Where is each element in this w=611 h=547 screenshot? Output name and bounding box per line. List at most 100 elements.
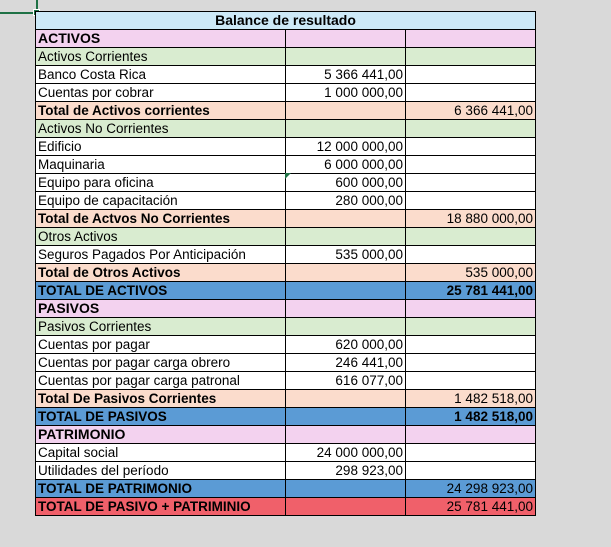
detail-value-cell[interactable] — [285, 281, 406, 300]
total-value-cell[interactable]: 25 781 441,00 — [405, 497, 536, 516]
total-value-cell[interactable] — [405, 65, 536, 84]
total-value-cell[interactable]: 1 482 518,00 — [405, 407, 536, 426]
table-row: Pasivos Corrientes — [35, 317, 536, 336]
total-value-cell[interactable] — [405, 317, 536, 336]
row-label-cell[interactable]: Equipo de capacitación — [35, 191, 286, 210]
row-label-cell[interactable]: Total De Pasivos Corrientes — [35, 389, 286, 408]
detail-value-cell[interactable] — [285, 209, 406, 228]
detail-value-cell[interactable]: 620 000,00 — [285, 335, 406, 354]
detail-value-cell[interactable] — [285, 227, 406, 246]
title-row: Balance de resultado — [35, 11, 536, 30]
row-label-cell[interactable]: TOTAL DE PASIVO + PATRIMINIO — [35, 497, 286, 516]
total-value-cell[interactable] — [405, 425, 536, 444]
detail-value-cell[interactable] — [285, 407, 406, 426]
detail-value-cell[interactable] — [285, 119, 406, 138]
table-row: TOTAL DE ACTIVOS 25 781 441,00 — [35, 281, 536, 300]
row-label-cell[interactable]: Total de Otros Activos — [35, 263, 286, 282]
row-label-cell[interactable]: Capital social — [35, 443, 286, 462]
total-value-cell[interactable] — [405, 461, 536, 480]
total-value-cell[interactable] — [405, 191, 536, 210]
detail-value-cell[interactable]: 24 000 000,00 — [285, 443, 406, 462]
total-value-cell[interactable] — [405, 137, 536, 156]
detail-value-cell[interactable]: 5 366 441,00 — [285, 65, 406, 84]
detail-value-cell[interactable]: 280 000,00 — [285, 191, 406, 210]
detail-value-cell[interactable]: 298 923,00 — [285, 461, 406, 480]
table-row: Total De Pasivos Corrientes 1 482 518,00 — [35, 389, 536, 408]
total-value-cell[interactable]: 535 000,00 — [405, 263, 536, 282]
row-label-cell[interactable]: TOTAL DE PASIVOS — [35, 407, 286, 426]
detail-value-cell[interactable] — [285, 389, 406, 408]
table-row: Activos No Corrientes — [35, 119, 536, 138]
detail-value-cell[interactable] — [285, 317, 406, 336]
row-label-cell[interactable]: Cuentas por cobrar — [35, 83, 286, 102]
detail-value-cell[interactable]: 616 077,00 — [285, 371, 406, 390]
total-value-cell[interactable] — [405, 371, 536, 390]
row-label-cell[interactable]: Cuentas por pagar — [35, 335, 286, 354]
row-label-cell[interactable]: PATRIMONIO — [35, 425, 286, 444]
table-row: Banco Costa Rica 5 366 441,00 — [35, 65, 536, 84]
table-row: Cuentas por pagar 620 000,00 — [35, 335, 536, 354]
detail-value-cell[interactable] — [285, 263, 406, 282]
total-value-cell[interactable] — [405, 155, 536, 174]
total-value-cell[interactable] — [405, 245, 536, 264]
table-row: Maquinaria 6 000 000,00 — [35, 155, 536, 174]
row-label-cell[interactable]: Edificio — [35, 137, 286, 156]
table-row: Total de Actvos No Corrientes 18 880 000,… — [35, 209, 536, 228]
detail-value-cell[interactable]: 12 000 000,00 — [285, 137, 406, 156]
total-value-cell[interactable]: 1 482 518,00 — [405, 389, 536, 408]
total-value-cell[interactable] — [405, 173, 536, 192]
total-value-cell[interactable] — [405, 443, 536, 462]
total-value-cell[interactable] — [405, 299, 536, 318]
row-label-cell[interactable]: Activos Corrientes — [35, 47, 286, 66]
detail-value-cell[interactable] — [285, 425, 406, 444]
row-label-cell[interactable]: Pasivos Corrientes — [35, 317, 286, 336]
detail-value-cell[interactable]: 535 000,00 — [285, 245, 406, 264]
table-row: Seguros Pagados Por Anticipación 535 000,… — [35, 245, 536, 264]
detail-value-cell[interactable] — [285, 101, 406, 120]
total-value-cell[interactable] — [405, 119, 536, 138]
row-label-cell[interactable]: TOTAL DE ACTIVOS — [35, 281, 286, 300]
sheet-title[interactable]: Balance de resultado — [35, 11, 536, 30]
table-row: Cuentas por pagar carga patronal 616 077,… — [35, 371, 536, 390]
detail-value-cell[interactable] — [285, 29, 406, 48]
total-value-cell[interactable] — [405, 83, 536, 102]
table-row: ACTIVOS — [35, 29, 536, 48]
total-value-cell[interactable]: 18 880 000,00 — [405, 209, 536, 228]
table-row: Utilidades del período 298 923,00 — [35, 461, 536, 480]
detail-value-cell[interactable] — [285, 497, 406, 516]
row-label-cell[interactable]: Banco Costa Rica — [35, 65, 286, 84]
row-label-cell[interactable]: Seguros Pagados Por Anticipación — [35, 245, 286, 264]
detail-value-cell[interactable]: 246 441,00 — [285, 353, 406, 372]
row-label-cell[interactable]: Cuentas por pagar carga patronal — [35, 371, 286, 390]
detail-value-cell[interactable]: 6 000 000,00 — [285, 155, 406, 174]
total-value-cell[interactable] — [405, 353, 536, 372]
total-value-cell[interactable] — [405, 29, 536, 48]
row-label-cell[interactable]: Cuentas por pagar carga obrero — [35, 353, 286, 372]
total-value-cell[interactable]: 6 366 441,00 — [405, 101, 536, 120]
row-label-cell[interactable]: Otros Activos — [35, 227, 286, 246]
total-value-cell[interactable]: 24 298 923,00 — [405, 479, 536, 498]
detail-value-cell[interactable] — [285, 47, 406, 66]
table-row: TOTAL DE PASIVO + PATRIMINIO 25 781 441,0… — [35, 497, 536, 516]
table-row: PATRIMONIO — [35, 425, 536, 444]
row-label-cell[interactable]: PASIVOS — [35, 299, 286, 318]
detail-value-cell[interactable] — [285, 479, 406, 498]
total-value-cell[interactable] — [405, 47, 536, 66]
detail-value-cell[interactable]: 600 000,00 — [285, 173, 406, 192]
row-label-cell[interactable]: Total de Activos corrientes — [35, 101, 286, 120]
row-label-cell[interactable]: Maquinaria — [35, 155, 286, 174]
row-label-cell[interactable]: Utilidades del período — [35, 461, 286, 480]
total-value-cell[interactable] — [405, 227, 536, 246]
row-label-cell[interactable]: ACTIVOS — [35, 29, 286, 48]
total-value-cell[interactable]: 25 781 441,00 — [405, 281, 536, 300]
row-label-cell[interactable]: Equipo para oficina — [35, 173, 286, 192]
row-label-cell[interactable]: Activos No Corrientes — [35, 119, 286, 138]
row-label-cell[interactable]: Total de Actvos No Corrientes — [35, 209, 286, 228]
comment-indicator-icon[interactable] — [285, 173, 291, 179]
row-label-cell[interactable]: TOTAL DE PATRIMONIO — [35, 479, 286, 498]
table-row: Cuentas por pagar carga obrero 246 441,00 — [35, 353, 536, 372]
total-value-cell[interactable] — [405, 335, 536, 354]
detail-value-cell[interactable] — [285, 299, 406, 318]
detail-value-cell[interactable]: 1 000 000,00 — [285, 83, 406, 102]
balance-sheet-table: Balance de resultado ACTIVOS Activos Corr… — [35, 11, 536, 516]
